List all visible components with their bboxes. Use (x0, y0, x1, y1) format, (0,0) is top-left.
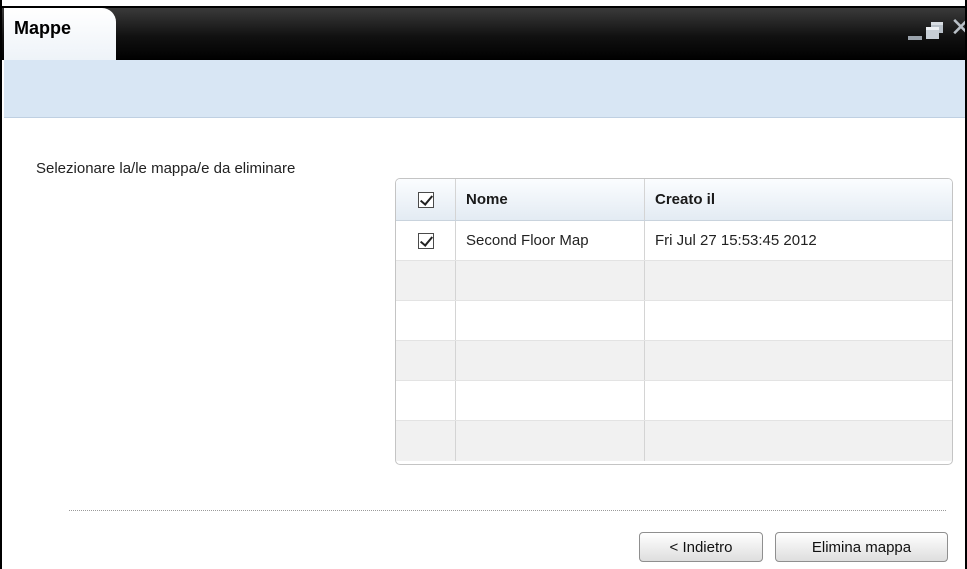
minimize-icon[interactable] (908, 36, 922, 40)
column-header-created[interactable]: Creato il (645, 179, 952, 220)
instruction-text: Selezionare la/le mappa/e da eliminare (36, 160, 296, 177)
column-header-name[interactable]: Nome (456, 179, 645, 220)
empty-row (396, 301, 952, 341)
footer-divider (69, 510, 946, 511)
select-all-cell (396, 179, 456, 220)
empty-row (396, 421, 952, 461)
row-checkbox[interactable] (417, 232, 434, 249)
back-button[interactable]: < Indietro (639, 532, 763, 562)
empty-row (396, 341, 952, 381)
delete-map-button[interactable]: Elimina mappa (775, 532, 948, 562)
row-check-cell (396, 221, 456, 260)
close-icon[interactable]: ✕ (950, 14, 965, 40)
row-created: Fri Jul 27 15:53:45 2012 (655, 232, 817, 249)
maps-table: Nome Creato il Second Floor Map Fri Jul … (395, 178, 953, 465)
top-strip (2, 0, 965, 8)
title-bar[interactable] (2, 8, 965, 60)
empty-row (396, 261, 952, 301)
header-band (4, 60, 965, 118)
table-row[interactable]: Second Floor Map Fri Jul 27 15:53:45 201… (396, 221, 952, 261)
select-all-checkbox[interactable] (417, 191, 434, 208)
window-title: Mappe (14, 18, 72, 38)
title-tab: Mappe (4, 8, 116, 60)
empty-row (396, 381, 952, 421)
row-name: Second Floor Map (456, 221, 645, 260)
maximize-icon[interactable] (926, 22, 944, 40)
table-header: Nome Creato il (396, 179, 952, 221)
maps-window: Mappe ✕ Selezionare la/le mappa/e da eli… (0, 0, 967, 569)
